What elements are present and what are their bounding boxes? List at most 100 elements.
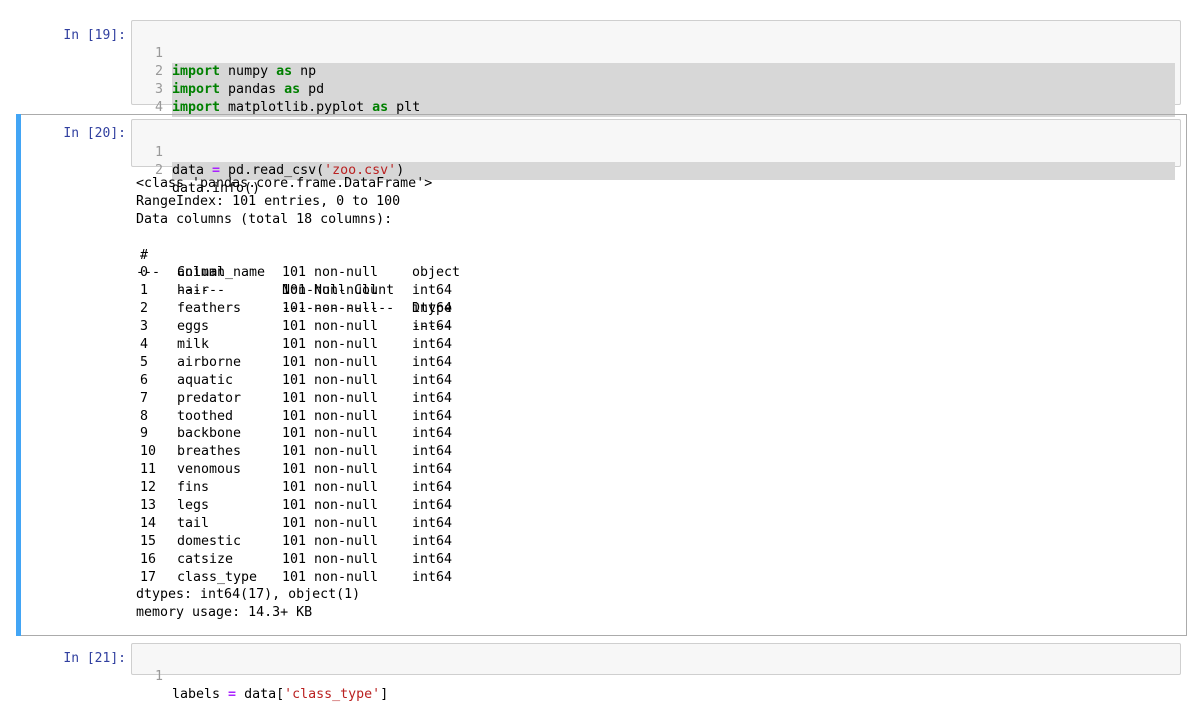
row-nonnull-count: 101 non-null xyxy=(282,426,379,442)
output-text: RangeIndex: 101 entries, 0 to 100 xyxy=(136,193,401,209)
cell-prompt: In [20]: xyxy=(63,126,126,141)
row-column-name: backbone xyxy=(177,426,242,442)
row-index: 14 xyxy=(140,515,157,531)
row-column-name: aquatic xyxy=(177,372,234,388)
code-token: ] xyxy=(380,687,389,702)
row-column-name: breathes xyxy=(177,444,242,460)
code-editor[interactable]: 1 import numpy as np 2 import pandas as … xyxy=(131,20,1181,133)
row-dtype: int64 xyxy=(412,337,453,353)
row-dtype: int64 xyxy=(412,408,453,424)
row-dtype: int64 xyxy=(412,354,453,370)
row-index: 6 xyxy=(140,372,149,388)
row-dtype: int64 xyxy=(412,498,453,514)
code-line: 2 import pandas as pd xyxy=(132,45,1180,99)
code-line: 1 labels = data['class_type'] xyxy=(132,650,1180,702)
row-dtype: int64 xyxy=(412,301,453,317)
code-line: 2 data.info() xyxy=(132,144,1180,196)
row-dtype: int64 xyxy=(412,426,453,442)
code-line: 4 %matplotlib inline xyxy=(132,81,1180,133)
row-nonnull-count: 101 non-null xyxy=(282,480,379,496)
info-row: 1 hair 101 non-null int64 xyxy=(136,282,452,300)
code-line: 1 data = pd.read_csv('zoo.csv') xyxy=(132,126,1180,180)
row-index: 13 xyxy=(140,498,157,514)
code-token: matplotlib.pyplot xyxy=(220,100,373,115)
cell-output: <class 'pandas.core.frame.DataFrame'> Ra… xyxy=(136,175,460,622)
code-editor[interactable]: 1 labels = data['class_type'] xyxy=(131,643,1181,702)
row-dtype: int64 xyxy=(412,462,453,478)
row-dtype: int64 xyxy=(412,390,453,406)
info-row: 14 tail 101 non-null int64 xyxy=(136,515,452,533)
output-table-body: 0 animal_name 101 non-null object 1 hair 101 n… xyxy=(136,264,460,586)
row-column-name: class_type xyxy=(177,569,258,585)
row-nonnull-count: 101 non-null xyxy=(282,372,379,388)
row-column-name: animal_name xyxy=(177,265,266,281)
info-row: 6 aquatic 101 non-null int64 xyxy=(136,372,452,390)
code-line: 1 import numpy as np xyxy=(132,27,1180,81)
row-column-name: airborne xyxy=(177,354,242,370)
code-token: plt xyxy=(388,100,421,115)
row-dtype: int64 xyxy=(412,515,453,531)
row-column-name: toothed xyxy=(177,408,234,424)
info-row: 10 breathes 101 non-null int64 xyxy=(136,443,452,461)
info-row: 15 domestic 101 non-null int64 xyxy=(136,533,452,551)
output-table-header: # Column Non-Null Count Dtype xyxy=(136,229,452,317)
row-dtype: int64 xyxy=(412,533,453,549)
row-dtype: int64 xyxy=(412,283,453,299)
info-row: 4 milk 101 non-null int64 xyxy=(136,336,452,354)
row-dtype: int64 xyxy=(412,569,453,585)
output-table-rule: --- ------ -------------- ----- xyxy=(136,247,452,334)
row-index: 15 xyxy=(140,533,157,549)
info-row: 3 eggs 101 non-null int64 xyxy=(136,318,452,336)
code-cell-19[interactable]: In [19]: 1 import numpy as np 2 import p… xyxy=(0,0,1200,133)
row-dtype: int64 xyxy=(412,480,453,496)
row-column-name: eggs xyxy=(177,319,210,335)
row-nonnull-count: 101 non-null xyxy=(282,408,379,424)
code-token: data[ xyxy=(236,687,285,702)
row-index: 17 xyxy=(140,569,157,585)
code-editor[interactable]: 1 data = pd.read_csv('zoo.csv') 2 data.i… xyxy=(131,119,1181,196)
row-index: 5 xyxy=(140,354,149,370)
output-text: memory usage: 14.3+ KB xyxy=(136,605,313,621)
row-dtype: int64 xyxy=(412,372,453,388)
row-column-name: catsize xyxy=(177,551,234,567)
row-column-name: milk xyxy=(177,337,210,353)
info-row: 7 predator 101 non-null int64 xyxy=(136,390,452,408)
row-index: 8 xyxy=(140,408,149,424)
row-index: 1 xyxy=(140,283,149,299)
row-index: 10 xyxy=(140,444,157,460)
code-line: 3 import matplotlib.pyplot as plt xyxy=(132,63,1180,117)
row-nonnull-count: 101 non-null xyxy=(282,265,379,281)
output-text: dtypes: int64(17), object(1) xyxy=(136,587,361,603)
info-row: 8 toothed 101 non-null int64 xyxy=(136,408,452,426)
info-row: 12 fins 101 non-null int64 xyxy=(136,479,452,497)
row-index: 11 xyxy=(140,462,157,478)
row-index: 9 xyxy=(140,426,149,442)
row-column-name: tail xyxy=(177,515,210,531)
info-row: 2 feathers 101 non-null int64 xyxy=(136,300,452,318)
code-token: 'class_type' xyxy=(284,687,381,702)
row-dtype: int64 xyxy=(412,551,453,567)
info-row: 0 animal_name 101 non-null object xyxy=(136,264,460,282)
row-nonnull-count: 101 non-null xyxy=(282,283,379,299)
row-column-name: fins xyxy=(177,480,210,496)
code-cell-20[interactable]: In [20]: 1 data = pd.read_csv('zoo.csv')… xyxy=(0,114,1200,636)
row-dtype: int64 xyxy=(412,444,453,460)
row-nonnull-count: 101 non-null xyxy=(282,515,379,531)
row-nonnull-count: 101 non-null xyxy=(282,337,379,353)
info-row: 13 legs 101 non-null int64 xyxy=(136,497,452,515)
row-index: 16 xyxy=(140,551,157,567)
row-nonnull-count: 101 non-null xyxy=(282,498,379,514)
row-index: 3 xyxy=(140,319,149,335)
row-column-name: predator xyxy=(177,390,242,406)
row-index: 4 xyxy=(140,337,149,353)
code-cell-21[interactable]: In [21]: 1 labels = data['class_type'] xyxy=(0,640,1200,702)
row-nonnull-count: 101 non-null xyxy=(282,462,379,478)
info-row: 16 catsize 101 non-null int64 xyxy=(136,551,452,569)
output-text: Data columns (total 18 columns): xyxy=(136,211,393,227)
code-token: = xyxy=(228,687,237,702)
info-row: 11 venomous 101 non-null int64 xyxy=(136,461,452,479)
cell-prompt: In [19]: xyxy=(63,28,126,43)
row-column-name: venomous xyxy=(177,462,242,478)
row-index: 2 xyxy=(140,301,149,317)
code-token: labels xyxy=(172,687,229,702)
